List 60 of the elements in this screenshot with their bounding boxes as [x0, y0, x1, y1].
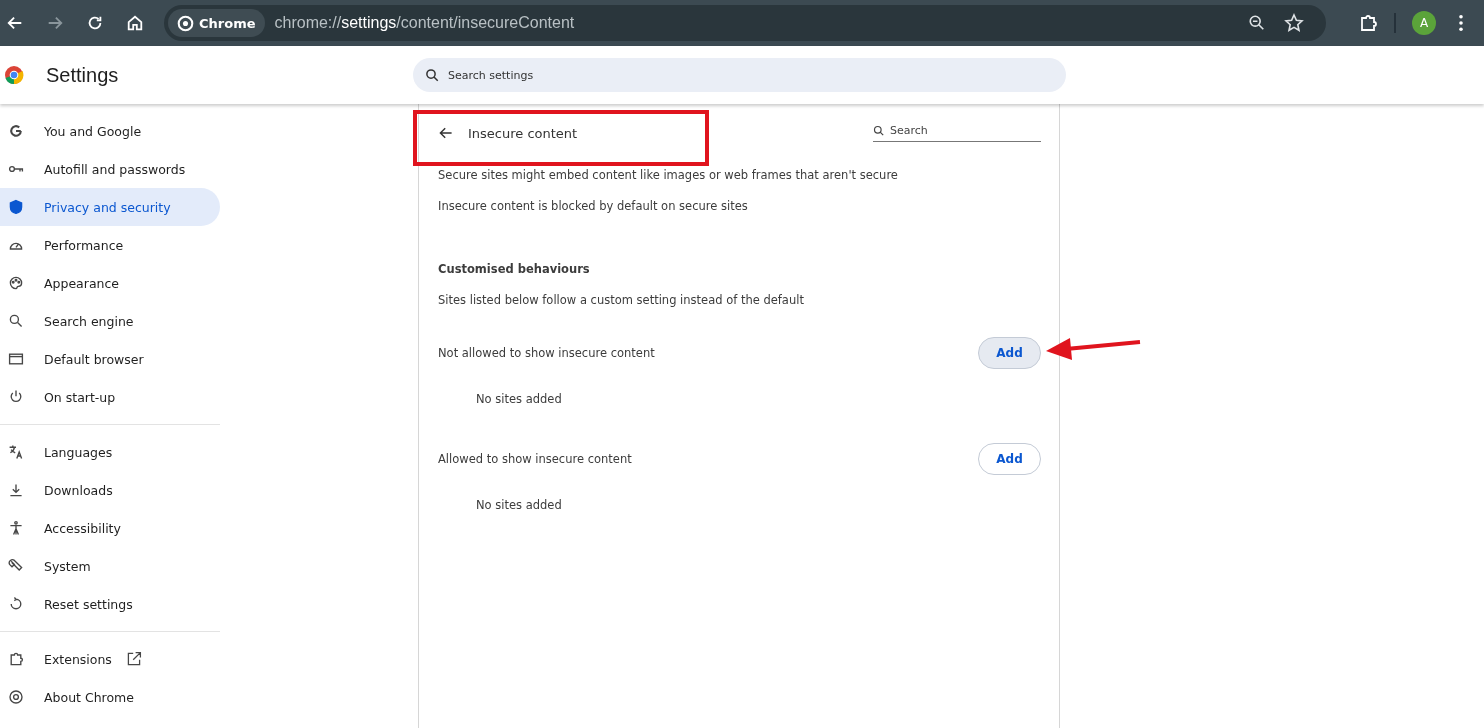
back-arrow-icon[interactable] [6, 14, 24, 32]
search-input[interactable]: Search settings [446, 67, 1066, 83]
sidebar-item[interactable]: Search engine [0, 302, 220, 340]
description-text: Insecure content is blocked by default on secure sites [438, 198, 749, 215]
accessibility-icon [8, 520, 24, 536]
sidebar-item[interactable]: Autofill and passwords [0, 150, 220, 188]
address-bar[interactable]: Chrome chrome://settings/content/insecureContent [164, 5, 1326, 41]
power-icon [8, 389, 24, 405]
chrome-logo-icon [4, 65, 24, 85]
sidebar-item[interactable]: Privacy and security [0, 188, 220, 226]
section-title: Insecure content [468, 125, 578, 141]
sidebar-item[interactable]: You and Google [0, 112, 220, 150]
back-arrow-icon[interactable] [438, 125, 454, 141]
page-title: Settings [46, 63, 119, 87]
sidebar-item[interactable]: Languages [0, 433, 220, 471]
palette-icon [8, 275, 24, 291]
chrome-logo-icon [177, 14, 194, 32]
sidebar-item[interactable]: About Chrome [0, 678, 220, 716]
browser-window-icon [8, 351, 24, 367]
sidebar-item[interactable]: System [0, 547, 220, 585]
section-heading: Customised behaviours [438, 261, 591, 278]
search-icon [425, 67, 440, 83]
translate-icon [8, 444, 24, 460]
search-field[interactable]: Search [873, 120, 1041, 142]
site-chip[interactable]: Chrome [168, 9, 265, 37]
add-button[interactable]: Add [978, 337, 1041, 369]
sidebar-item[interactable]: Default browser [0, 340, 220, 378]
add-button[interactable]: Add [978, 443, 1041, 475]
star-icon[interactable] [1284, 13, 1304, 33]
reset-icon [8, 596, 24, 612]
shield-icon [8, 199, 24, 215]
chrome-logo-icon [8, 689, 24, 705]
empty-list-text: No sites added [475, 497, 563, 514]
forward-arrow-icon[interactable] [46, 14, 64, 32]
sidebar-item[interactable]: Appearance [0, 264, 220, 302]
download-icon [8, 482, 24, 498]
description-text: Secure sites might embed content like images or web frames that aren't secure [438, 167, 899, 184]
sidebar-item[interactable]: Performance [0, 226, 220, 264]
home-icon[interactable] [126, 14, 144, 32]
external-link-icon [125, 651, 142, 667]
puzzle-icon [8, 651, 24, 667]
puzzle-icon[interactable] [1358, 13, 1378, 33]
reload-icon[interactable] [86, 14, 104, 32]
sidebar-item[interactable]: Extensions [0, 640, 220, 678]
search-icon [8, 313, 24, 329]
url-text: chrome://settings/content/insecureContent [274, 14, 575, 32]
section-subtitle: Sites listed below follow a custom setting instead of the default [438, 292, 805, 309]
sidebar-item[interactable]: Accessibility [0, 509, 220, 547]
search-icon [873, 124, 885, 137]
list-label: Allowed to show insecure content [438, 452, 632, 466]
zoom-out-icon[interactable] [1248, 14, 1266, 32]
more-menu-icon[interactable] [1458, 14, 1464, 32]
sidebar-item[interactable]: Reset settings [0, 585, 220, 623]
list-label: Not allowed to show insecure content [438, 346, 655, 360]
empty-list-text: No sites added [475, 391, 563, 408]
google-g-icon [8, 123, 24, 139]
sidebar-item[interactable]: Downloads [0, 471, 220, 509]
sidebar-item[interactable]: On start-up [0, 378, 220, 416]
wrench-icon [8, 558, 24, 574]
search-field[interactable]: Search settings [413, 58, 1066, 92]
